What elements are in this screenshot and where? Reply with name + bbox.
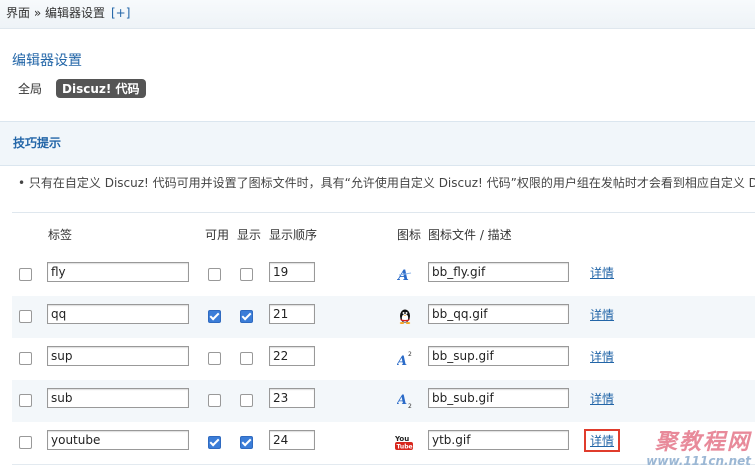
display-checkbox[interactable] <box>240 310 253 323</box>
icon-file-input[interactable] <box>428 346 569 366</box>
header-display: 显示 <box>237 228 262 242</box>
svg-text:A: A <box>397 393 407 408</box>
breadcrumb: 界面 » 编辑器设置 [+] <box>6 4 130 21</box>
icon-file-input[interactable] <box>428 430 569 450</box>
available-checkbox[interactable] <box>208 352 221 365</box>
order-input[interactable] <box>269 388 315 408</box>
detail-link[interactable]: 详情 <box>590 348 614 365</box>
select-row-checkbox[interactable] <box>19 310 32 323</box>
select-row-checkbox[interactable] <box>19 268 32 281</box>
svg-text:Tube: Tube <box>397 444 413 451</box>
icon-file-input[interactable] <box>428 262 569 282</box>
tab-global[interactable]: 全局 <box>18 80 42 97</box>
icon-file-input[interactable] <box>428 304 569 324</box>
select-row-checkbox[interactable] <box>19 352 32 365</box>
table-row: A 2 详情 <box>12 380 755 423</box>
header-tag: 标签 <box>48 228 73 242</box>
table-row: You Tube 详情 <box>12 422 755 465</box>
svg-text:2: 2 <box>408 351 412 358</box>
subscript-icon: A 2 <box>397 393 412 408</box>
order-input[interactable] <box>269 304 315 324</box>
table-row: A 详情 <box>12 254 755 297</box>
svg-text:A: A <box>397 354 407 366</box>
header-available: 可用 <box>205 228 230 242</box>
header-icon-file: 图标文件 / 描述 <box>428 228 512 242</box>
display-checkbox[interactable] <box>240 394 253 407</box>
select-row-checkbox[interactable] <box>19 436 32 449</box>
watermark-url: www.111cn.net <box>646 454 751 468</box>
fly-icon: A <box>397 268 412 282</box>
svg-text:You: You <box>395 435 409 443</box>
available-checkbox[interactable] <box>208 394 221 407</box>
tab-discuz-code[interactable]: Discuz! 代码 <box>56 78 146 98</box>
available-checkbox[interactable] <box>208 268 221 281</box>
subnav: 全局 Discuz! 代码 <box>18 78 146 98</box>
order-input[interactable] <box>269 262 315 282</box>
display-checkbox[interactable] <box>240 352 253 365</box>
tag-input[interactable] <box>47 346 189 366</box>
order-input[interactable] <box>269 346 315 366</box>
svg-text:2: 2 <box>408 403 412 408</box>
table-row: 详情 <box>12 296 755 339</box>
table-row: A 2 详情 <box>12 338 755 381</box>
breadcrumb-expand-button[interactable]: [+] <box>111 6 130 20</box>
breadcrumb-bar: 界面 » 编辑器设置 [+] <box>0 0 755 29</box>
tips-title: 技巧提示 <box>13 136 62 150</box>
icon-file-input[interactable] <box>428 388 569 408</box>
detail-link[interactable]: 详情 <box>590 264 614 281</box>
watermark-title: 聚教程网 <box>654 430 751 455</box>
youtube-icon: You Tube <box>395 435 413 451</box>
superscript-icon: A 2 <box>397 351 412 366</box>
detail-link[interactable]: 详情 <box>590 390 614 407</box>
detail-link[interactable]: 详情 <box>590 306 614 323</box>
display-checkbox[interactable] <box>240 268 253 281</box>
select-row-checkbox[interactable] <box>19 394 32 407</box>
order-input[interactable] <box>269 430 315 450</box>
svg-text:A: A <box>397 268 409 282</box>
available-checkbox[interactable] <box>208 310 221 323</box>
qq-penguin-icon <box>399 309 411 324</box>
breadcrumb-text: 界面 » 编辑器设置 <box>6 6 105 20</box>
tips-box: 技巧提示 <box>0 121 755 166</box>
header-order: 显示顺序 <box>269 228 318 242</box>
tip-text: • 只有在自定义 Discuz! 代码可用并设置了图标文件时，具有“允许使用自定… <box>18 176 755 190</box>
detail-link-highlighted[interactable]: 详情 <box>584 429 621 452</box>
tag-input[interactable] <box>47 430 189 450</box>
header-icon: 图标 <box>397 228 422 242</box>
tag-input[interactable] <box>47 304 189 324</box>
display-checkbox[interactable] <box>240 436 253 449</box>
table-header: 标签 可用 显示 显示顺序 图标 图标文件 / 描述 <box>12 212 755 256</box>
watermark: 聚教程网 www.111cn.net <box>646 424 751 468</box>
available-checkbox[interactable] <box>208 436 221 449</box>
tag-input[interactable] <box>47 262 189 282</box>
tag-input[interactable] <box>47 388 189 408</box>
page-title: 编辑器设置 <box>12 53 82 69</box>
